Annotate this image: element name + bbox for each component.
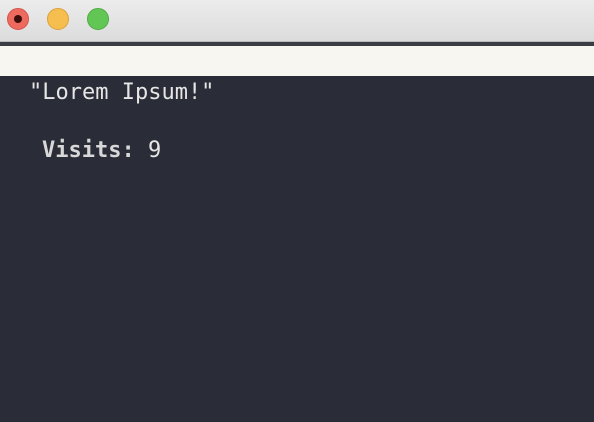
- visits-label: Visits:: [42, 138, 135, 163]
- minimize-button[interactable]: [47, 8, 69, 30]
- maximize-button[interactable]: [87, 8, 109, 30]
- content-area: "Lorem Ipsum!" Visits: 9: [0, 76, 594, 422]
- header-bar: [0, 46, 594, 76]
- close-button[interactable]: [7, 8, 29, 30]
- message-text: "Lorem Ipsum!": [29, 80, 215, 105]
- title-bar[interactable]: [0, 0, 594, 42]
- close-icon: [14, 15, 22, 23]
- visits-line: Visits: 9: [42, 138, 161, 164]
- visits-value: 9: [147, 138, 162, 163]
- app-window: "Lorem Ipsum!" Visits: 9: [0, 0, 594, 422]
